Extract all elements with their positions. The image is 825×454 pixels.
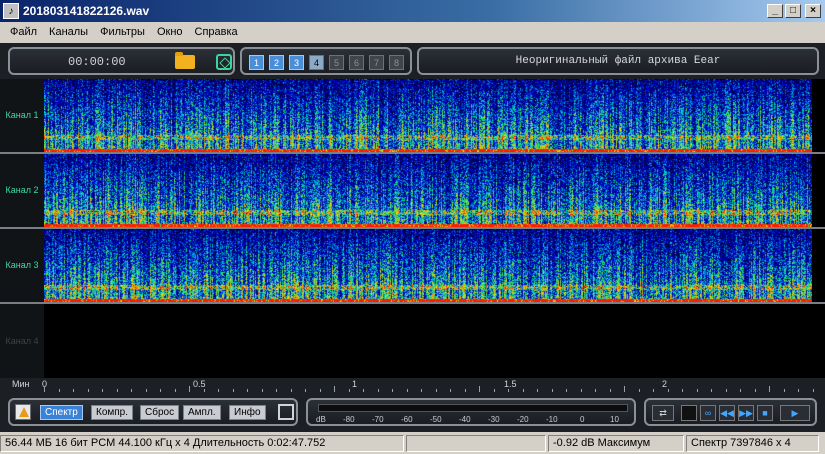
fast-forward-icon[interactable]: ▶▶ <box>738 405 754 421</box>
spectrum-button[interactable]: Спектр <box>40 405 83 420</box>
title-bar: ♪ 201803141822126.wav _ □ × <box>0 0 825 22</box>
menu-help[interactable]: Справка <box>189 26 244 38</box>
reset-button[interactable]: Сброс <box>140 405 180 420</box>
menu-file[interactable]: Файл <box>4 26 43 38</box>
toggle-icon[interactable]: ⇄ <box>652 405 674 421</box>
meter-tick: -30 <box>488 415 500 424</box>
folder-icon[interactable] <box>175 52 195 69</box>
playback-panel: ⇄ ∞ ◀◀ ▶▶ ■ ▶ <box>644 398 817 426</box>
square-icon[interactable] <box>278 404 294 420</box>
close-button[interactable]: × <box>805 4 821 18</box>
channel-button-5[interactable]: 5 <box>329 55 344 70</box>
warning-icon[interactable] <box>15 404 31 420</box>
app-icon: ♪ <box>3 3 19 19</box>
bottom-controls: Спектр Компр. Сброс Ампл. Инфо dB -80 -7… <box>0 392 825 432</box>
channel-button-6[interactable]: 6 <box>349 55 364 70</box>
channel-button-4[interactable]: 4 <box>309 55 324 70</box>
spectrogram-channel-4[interactable] <box>44 304 812 378</box>
channel-label-3: Канал 3 <box>0 229 44 302</box>
stop-icon[interactable]: ■ <box>757 405 773 421</box>
spectrogram-area[interactable]: Канал 1 Канал 2 Канал 3 Канал 4 <box>0 79 825 378</box>
time-panel: 00:00:00 <box>8 47 235 75</box>
level-meter <box>318 404 628 412</box>
time-tick-label: 2 <box>662 379 668 389</box>
info-button[interactable]: Инфо <box>229 405 266 420</box>
channel-selector: 1 2 3 4 5 6 7 8 <box>240 47 412 75</box>
status-bar: 56.44 МБ 16 бит PCM 44.100 кГц x 4 Длите… <box>0 432 825 454</box>
spectrogram-channel-3[interactable] <box>44 229 812 302</box>
menu-window[interactable]: Окно <box>151 26 189 38</box>
play-icon[interactable]: ▶ <box>780 405 810 421</box>
peak-level: -0.92 dB Максимум <box>548 434 684 452</box>
time-tick-label: 1.5 <box>504 379 517 389</box>
rewind-icon[interactable]: ◀◀ <box>719 405 735 421</box>
amplitude-button[interactable]: Ампл. <box>183 405 221 420</box>
menu-filters[interactable]: Фильтры <box>94 26 151 38</box>
stop-square-icon[interactable] <box>681 405 697 421</box>
channel-button-1[interactable]: 1 <box>249 55 264 70</box>
time-tick-label: 1 <box>352 379 358 389</box>
minimize-button[interactable]: _ <box>767 4 783 18</box>
meter-tick: -60 <box>401 415 413 424</box>
time-display: 00:00:00 <box>68 55 126 69</box>
window-title: 201803141822126.wav <box>23 4 150 18</box>
time-tick-label: 0.5 <box>193 379 206 389</box>
time-axis: Мин 0 0.5 1 1.5 2 <box>0 378 825 392</box>
meter-tick: -20 <box>517 415 529 424</box>
menu-bar: Файл Каналы Фильтры Окно Справка <box>0 22 825 42</box>
view-mode-panel: Спектр Компр. Сброс Ампл. Инфо <box>8 398 298 426</box>
meter-tick: -70 <box>372 415 384 424</box>
channel-button-2[interactable]: 2 <box>269 55 284 70</box>
meter-tick: -10 <box>546 415 558 424</box>
archive-status-text: Неоригинальный файл архива Eear <box>515 55 721 67</box>
meter-tick: -50 <box>430 415 442 424</box>
channel-button-8[interactable]: 8 <box>389 55 404 70</box>
channel-button-7[interactable]: 7 <box>369 55 384 70</box>
status-empty <box>406 434 546 452</box>
meter-tick: 0 <box>580 415 585 424</box>
meter-tick: -80 <box>343 415 355 424</box>
spectrogram-channel-1[interactable] <box>44 79 812 152</box>
channel-button-3[interactable]: 3 <box>289 55 304 70</box>
level-meter-panel: dB -80 -70 -60 -50 -40 -30 -20 -10 0 10 <box>306 398 636 426</box>
loop-icon[interactable]: ∞ <box>700 405 716 421</box>
maximize-button[interactable]: □ <box>785 4 801 18</box>
spectrogram-channel-2[interactable] <box>44 154 812 227</box>
meter-tick: 10 <box>610 415 619 424</box>
spectrum-info: Спектр 7397846 x 4 <box>686 434 819 452</box>
channel-label-2: Канал 2 <box>0 154 44 227</box>
channel-label-1: Канал 1 <box>0 79 44 152</box>
meter-tick: -40 <box>459 415 471 424</box>
time-axis-unit: Мин <box>12 379 30 389</box>
file-format-info: 56.44 МБ 16 бит PCM 44.100 кГц x 4 Длите… <box>0 434 404 452</box>
menu-channels[interactable]: Каналы <box>43 26 94 38</box>
meter-unit: dB <box>316 415 326 424</box>
toolbar: 00:00:00 1 2 3 4 5 6 7 8 Неоригинальный … <box>0 43 825 79</box>
archive-status-panel: Неоригинальный файл архива Eear <box>417 47 819 75</box>
record-icon[interactable] <box>216 54 232 70</box>
channel-label-4: Канал 4 <box>0 304 44 378</box>
compress-button[interactable]: Компр. <box>91 405 134 420</box>
